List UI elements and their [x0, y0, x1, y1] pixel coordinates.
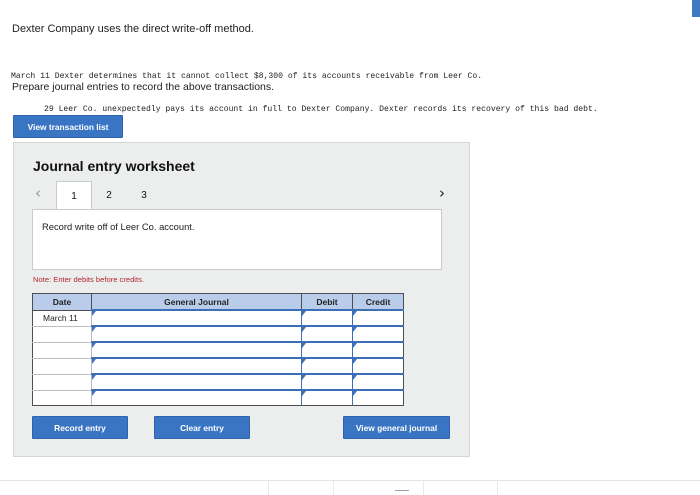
date-cell[interactable] — [32, 341, 92, 359]
account-input[interactable] — [91, 373, 302, 391]
scroll-indicator[interactable] — [395, 490, 409, 491]
credit-input[interactable] — [352, 357, 404, 375]
table-header-row: Date General Journal Debit Credit — [32, 293, 404, 311]
divider-segment — [423, 480, 424, 495]
problem-line-2: 29 Leer Co. unexpectedly pays its accoun… — [44, 105, 598, 114]
debit-input[interactable] — [301, 357, 353, 375]
credit-input[interactable] — [352, 341, 404, 359]
debit-input[interactable] — [301, 341, 353, 359]
tab-2[interactable]: 2 — [94, 181, 124, 209]
entry-description-box: Record write off of Leer Co. account. — [32, 209, 442, 270]
divider-segment — [497, 480, 498, 495]
general-journal-header: General Journal — [91, 293, 302, 311]
account-input[interactable] — [91, 309, 302, 327]
clear-entry-button[interactable]: Clear entry — [154, 416, 250, 439]
date-cell[interactable] — [32, 373, 92, 391]
tab-3[interactable]: 3 — [129, 181, 159, 209]
record-entry-button[interactable]: Record entry — [32, 416, 128, 439]
entry-description: Record write off of Leer Co. account. — [42, 221, 195, 232]
table-row — [32, 357, 404, 375]
view-general-journal-button[interactable]: View general journal — [343, 416, 450, 439]
table-row — [32, 389, 404, 406]
corner-tab[interactable] — [692, 0, 700, 17]
account-input[interactable] — [91, 357, 302, 375]
divider-segment — [333, 480, 334, 495]
credit-input[interactable] — [352, 325, 404, 343]
view-transaction-list-button[interactable]: View transaction list — [13, 115, 123, 138]
tab-1[interactable]: 1 — [56, 181, 92, 211]
account-input[interactable] — [91, 389, 302, 406]
debit-input[interactable] — [301, 373, 353, 391]
date-cell[interactable] — [32, 357, 92, 375]
account-input[interactable] — [91, 341, 302, 359]
worksheet-title: Journal entry worksheet — [33, 158, 195, 174]
journal-table: Date General Journal Debit Credit March … — [32, 293, 404, 406]
intro-text: Dexter Company uses the direct write-off… — [12, 23, 254, 35]
bottom-divider — [0, 480, 700, 495]
tab-bar: ‹ 1 2 3 › — [32, 181, 452, 211]
date-cell[interactable] — [32, 389, 92, 406]
table-row: March 11 — [32, 309, 404, 327]
debits-note: Note: Enter debits before credits. — [33, 275, 145, 284]
instructions: Prepare journal entries to record the ab… — [12, 81, 275, 93]
table-row — [32, 341, 404, 359]
credit-input[interactable] — [352, 309, 404, 327]
account-input[interactable] — [91, 325, 302, 343]
debit-input[interactable] — [301, 309, 353, 327]
divider-line — [0, 480, 700, 481]
journal-entry-worksheet-panel: Journal entry worksheet ‹ 1 2 3 › Record… — [13, 142, 470, 457]
credit-header: Credit — [352, 293, 404, 311]
divider-segment — [268, 480, 269, 495]
table-row — [32, 373, 404, 391]
credit-input[interactable] — [352, 373, 404, 391]
debit-header: Debit — [301, 293, 353, 311]
chevron-right-icon[interactable]: › — [439, 184, 445, 202]
date-cell[interactable]: March 11 — [32, 309, 92, 327]
table-row — [32, 325, 404, 343]
date-header: Date — [32, 293, 92, 311]
debit-input[interactable] — [301, 389, 353, 406]
chevron-left-icon[interactable]: ‹ — [35, 184, 41, 202]
debit-input[interactable] — [301, 325, 353, 343]
date-cell[interactable] — [32, 325, 92, 343]
credit-input[interactable] — [352, 389, 404, 406]
